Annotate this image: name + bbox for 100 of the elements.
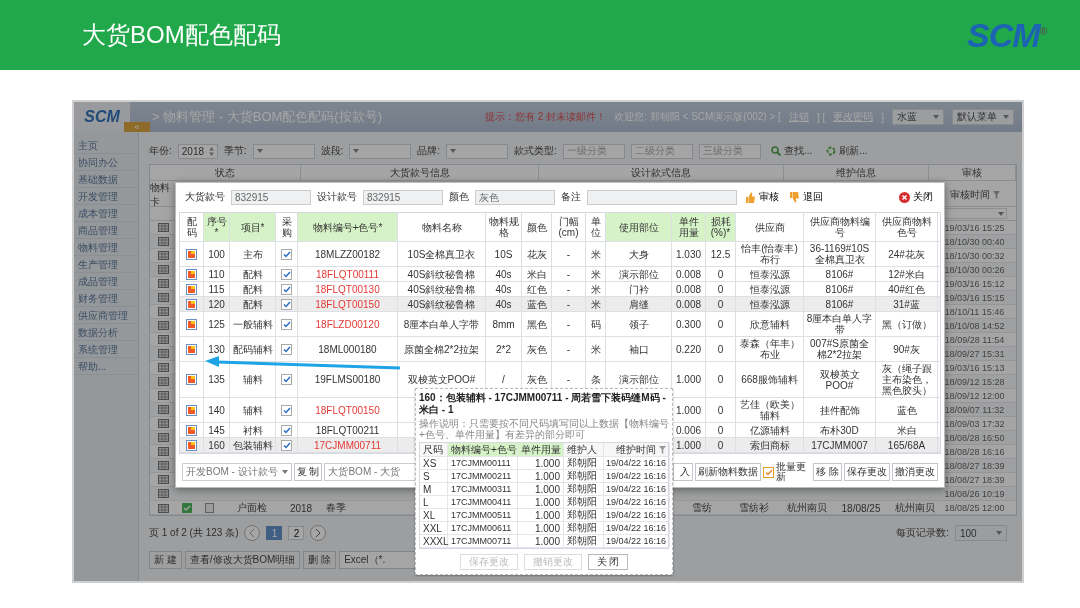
table-cell-text: 8106# [825,283,854,295]
sidebar-item[interactable]: 基础数据 [74,171,138,188]
copy-button[interactable]: 复 制 [293,463,323,481]
input-field[interactable] [587,189,737,205]
grid-icon[interactable] [157,307,169,316]
table-row[interactable]: 100 主布 18MLZZ00182 10S全棉真卫衣 10S 花灰 - 米 大身 1.030 12.5 怡丰(怡泰丰)布行 36-1169#10S全棉真卫衣 24#花灰 [180,242,940,267]
grid-icon[interactable] [157,363,169,372]
sidebar-item[interactable]: 主页 [74,137,138,154]
sidebar-item[interactable]: 开发管理 [74,188,138,205]
grid-icon[interactable] [157,251,169,260]
swatch-icon[interactable] [186,283,197,295]
sidebar-item[interactable]: 供应商管理 [74,307,138,324]
save-button[interactable]: 保存更改 [844,463,890,481]
grid-icon[interactable] [157,321,169,330]
checkbox[interactable] [281,374,292,385]
column-header: 维护人 [564,443,604,456]
refresh-materials-button[interactable]: 刷新物料数据 [695,463,762,481]
column-header: 供应商物料色号 [876,213,938,241]
grid-icon[interactable] [157,433,169,442]
table-row[interactable]: 110 配料 18FLQT00111 40S斜纹秘鲁棉 40s 米白 - 米 演示部位 0.008 0 恒泰泓源 8106# 12#米白 [180,267,940,282]
grid-icon[interactable] [157,377,169,386]
refresh-button[interactable]: 刷新... [822,144,872,158]
sidebar-item[interactable]: 协同办公 [74,154,138,171]
checkbox[interactable] [281,248,292,260]
checkbox[interactable] [281,298,292,310]
sidebar-item[interactable]: 财务管理 [74,290,138,307]
input-field[interactable]: 832915 [363,189,443,205]
grid-icon[interactable] [157,461,169,470]
page-button[interactable]: 1 [266,526,283,540]
document-icon[interactable] [204,503,214,513]
sidebar-item[interactable]: 生产管理 [74,256,138,273]
input-field[interactable]: 832915 [231,189,311,205]
sidebar-item[interactable]: 商品管理 [74,222,138,239]
approve-button[interactable]: 审核 [743,190,781,204]
sidebar-item[interactable]: 数据分析 [74,324,138,341]
next-page-button[interactable] [310,525,327,541]
cancel-button[interactable]: 撤消更改 [892,463,938,481]
sidebar-item[interactable]: 成品管理 [74,273,138,290]
check-square-icon[interactable] [182,503,192,513]
swatch-icon[interactable] [186,439,197,451]
grid-icon[interactable] [157,419,169,428]
copy-source-dropdown[interactable]: 开发BOM - 设计款号 [182,463,292,481]
sidebar-item[interactable]: 成本管理 [74,205,138,222]
popup-button[interactable]: 关 闭 [587,554,629,570]
sidebar-item[interactable]: 帮助... [74,358,138,375]
grid-icon[interactable] [157,349,169,358]
action-button[interactable]: 新 建 [149,551,182,569]
grid-icon[interactable] [157,265,169,274]
checkbox[interactable] [281,424,292,436]
bracket-text: ] [881,111,884,123]
sidebar-item[interactable]: 系统管理 [74,341,138,358]
table-cell-text: 0.008 [676,298,701,310]
grid-icon[interactable] [157,489,169,498]
import-button[interactable]: 入 [673,463,694,481]
action-button[interactable]: 删 除 [303,551,337,569]
table-cell-text: 19/03/16 15:12 [943,278,1006,289]
page-button[interactable]: 2 [288,526,305,540]
year-spinner[interactable]: 2018 [177,143,218,159]
grid-icon[interactable] [157,503,169,513]
sidebar-item[interactable]: 物料管理 [74,239,138,256]
menu-dropdown[interactable]: 默认菜单 [952,109,1014,125]
previous-page-button[interactable] [244,525,261,541]
grid-icon[interactable] [157,475,169,484]
table-row[interactable]: 120 配料 18FLQT00150 40S斜纹秘鲁棉 40s 蓝色 - 米 肩缝 0.008 0 恒泰泓源 8106# 31#蓝 [180,297,940,312]
filter-icon[interactable] [659,445,666,454]
checkbox[interactable] [281,283,292,295]
grid-icon[interactable] [157,391,169,400]
swatch-icon[interactable] [186,268,197,280]
checkbox[interactable] [281,439,292,451]
grid-icon[interactable] [157,237,169,246]
checkbox[interactable] [281,268,292,280]
reject-button[interactable]: 退回 [787,190,825,204]
grid-icon[interactable] [157,223,169,232]
input-field[interactable]: 灰色 [475,189,555,205]
action-button[interactable]: 查看/修改大货BOM明细 [184,551,301,569]
theme-dropdown[interactable]: 水蓝 [892,109,944,125]
checkbox[interactable] [281,404,292,416]
swatch-icon[interactable] [186,424,197,436]
find-button[interactable]: 查找... [766,144,817,158]
grid-icon[interactable] [157,293,169,302]
table-cell: 19/04/22 16:16 [604,470,670,482]
grid-icon[interactable] [157,279,169,288]
swatch-icon[interactable] [186,298,197,310]
checkbox[interactable] [281,318,292,330]
grid-icon[interactable] [157,405,169,414]
swatch-icon[interactable] [186,404,197,416]
table-row[interactable]: 130 配码辅料 18ML000180 原菌全棉2*2拉架 2*2 灰色 - 米 袖口 0.220 0 泰森（年丰）布业 007#S原菌全棉2*2拉架 90#灰 [180,337,940,362]
checkbox[interactable] [763,466,775,478]
spinner-arrows-icon[interactable] [208,146,214,156]
page-size-dropdown[interactable]: 100 [955,525,1007,541]
grid-icon[interactable] [157,447,169,456]
close-button[interactable]: 关闭 [897,190,935,204]
remove-button[interactable]: 移 除 [813,463,842,481]
swatch-icon[interactable] [186,248,197,260]
swatch-icon[interactable] [186,318,197,330]
swatch-icon[interactable] [186,374,197,385]
swatch-icon[interactable] [186,343,197,355]
filter-icon[interactable] [992,191,1000,199]
checkbox[interactable] [281,343,292,355]
grid-icon[interactable] [157,335,169,344]
